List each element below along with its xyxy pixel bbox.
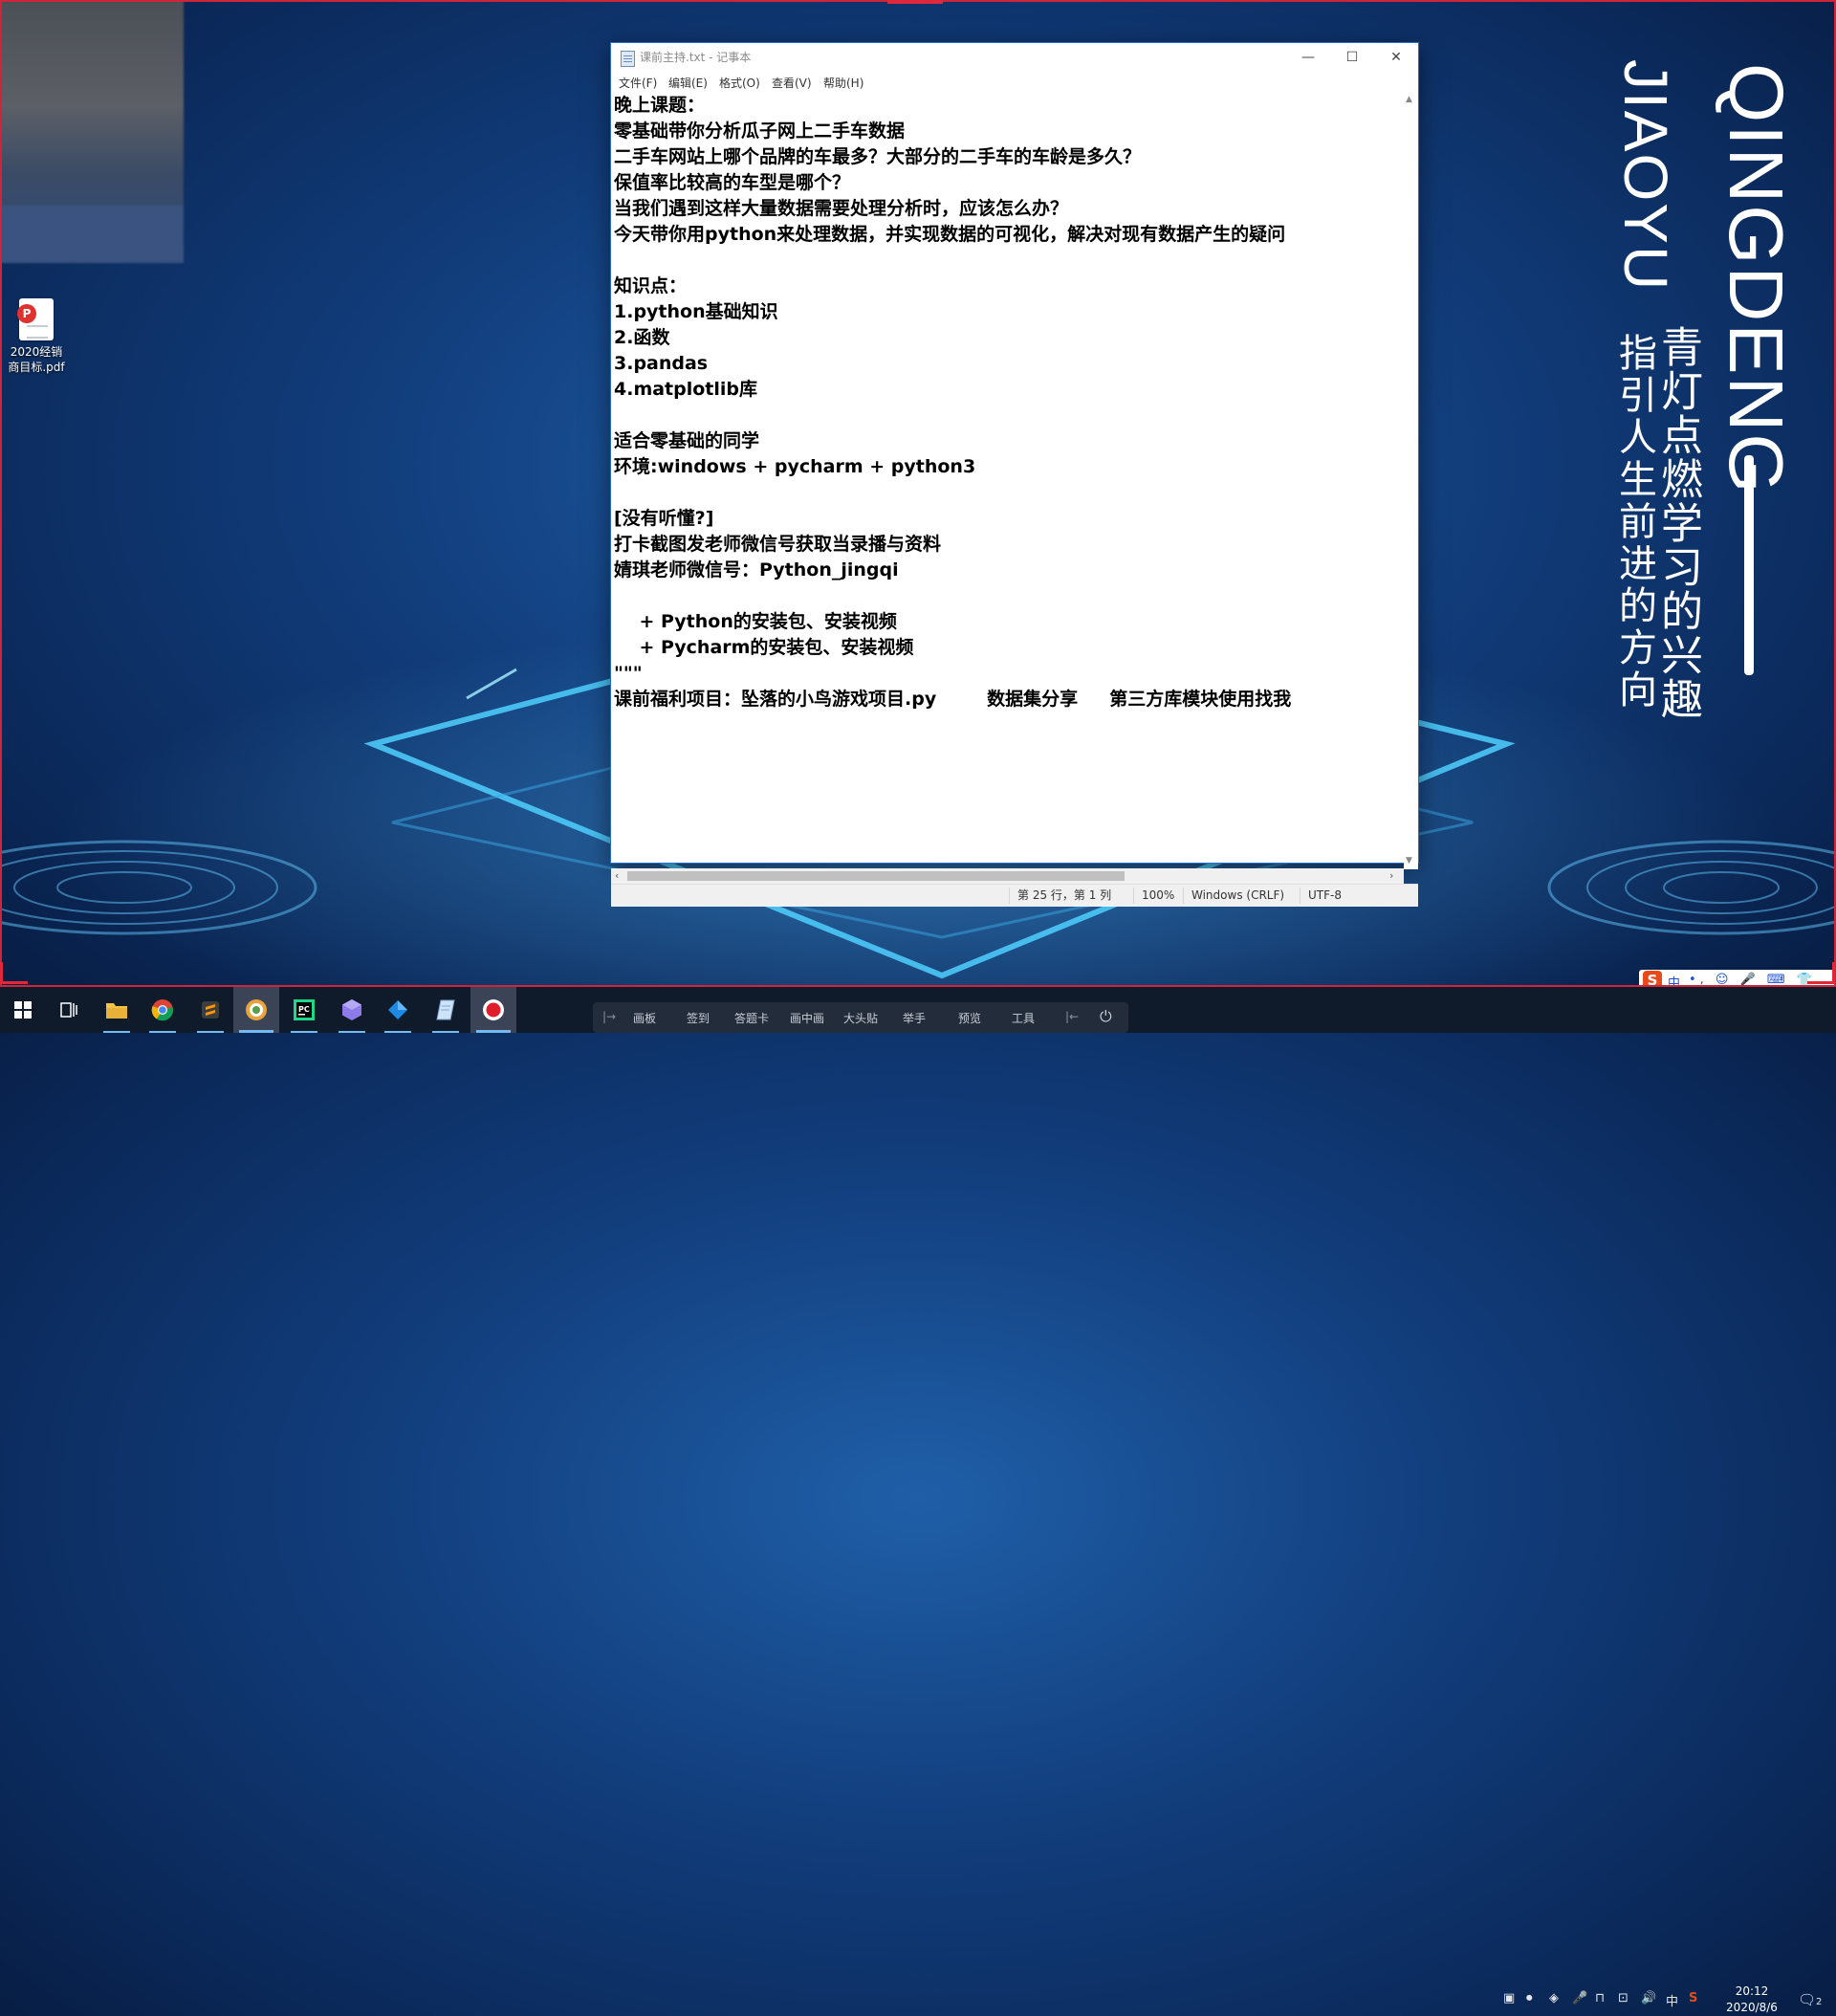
pycharm-icon: PC (294, 999, 315, 1020)
notification-count: 2 (1816, 1997, 1823, 2007)
recorder-toolbar: |→ 画板 签到 答题卡 画中画 大头贴 举手 预览 工具 |← ⏻ (593, 1002, 1128, 1033)
pdf-file-icon: P (17, 298, 54, 340)
folder-icon (106, 1003, 127, 1019)
clock-time: 20:12 (1735, 1984, 1769, 1998)
recorder-power-icon[interactable]: ⏻ (1100, 1007, 1112, 1026)
desktop: P 2020经销商目标.pdf QINGDENG JIAOYU 青灯点燃学习的兴… (0, 0, 1836, 987)
taskbar-notepad[interactable] (423, 987, 469, 1033)
task-view-button[interactable] (46, 987, 92, 1033)
recorder-app-icon (246, 999, 267, 1020)
close-button[interactable]: ✕ (1374, 43, 1418, 72)
recording-corner-right (1807, 962, 1835, 984)
recorder-answer-card[interactable]: 答题卡 (734, 1010, 769, 1026)
scroll-down-icon[interactable]: ▼ (1406, 856, 1412, 866)
windows-icon (14, 1001, 32, 1019)
slogan-english-2: JIAOYU (1611, 59, 1680, 293)
chrome-icon (151, 999, 174, 1021)
recorder-avatar-sticker[interactable]: 大头贴 (843, 1010, 878, 1026)
recorder-preview[interactable]: 预览 (958, 1010, 981, 1026)
window-title: 课前主持.txt - 记事本 (640, 51, 752, 64)
taskbar-file-explorer[interactable] (94, 987, 140, 1033)
slogan-divider (1744, 455, 1754, 675)
taskbar-pycharm[interactable]: PC (281, 987, 327, 1033)
tray-sogou-icon[interactable]: S (1689, 1991, 1697, 2005)
tray-app-icon[interactable]: ▣ (1503, 1991, 1515, 2005)
ime-toolbar[interactable]: S 中 •, ☺ 🎤 ⌨ 👕 (1639, 970, 1834, 987)
tray-pin-icon[interactable]: ⊓ (1595, 1991, 1605, 2005)
taskbar-chrome[interactable] (140, 987, 186, 1033)
recorder-collapse-icon[interactable]: |→ (602, 1010, 616, 1023)
taskbar-clock[interactable]: 20:12 2020/8/6 (1721, 1983, 1782, 2016)
status-zoom: 100% (1133, 887, 1174, 904)
scroll-left-icon[interactable]: ‹ (615, 868, 619, 884)
minimize-button[interactable]: — (1286, 43, 1330, 72)
tray-input-language[interactable]: 中 (1666, 1991, 1678, 2009)
maximize-button[interactable]: ☐ (1330, 43, 1374, 72)
vertical-scrollbar[interactable]: ▲ ▼ (1404, 93, 1418, 869)
recorder-raise-hand[interactable]: 举手 (903, 1010, 926, 1026)
menu-format[interactable]: 格式(O) (719, 75, 760, 91)
status-bar: 第 25 行，第 1 列 100% Windows (CRLF) UTF-8 (611, 884, 1418, 907)
recorder-picture-in-picture[interactable]: 画中画 (790, 1010, 824, 1026)
menu-edit[interactable]: 编辑(E) (668, 75, 708, 91)
editor-content[interactable]: 晚上课题： 零基础带你分析瓜子网上二手车数据 二手车网站上哪个品牌的车最多？大部… (611, 93, 1404, 712)
notepad-icon (621, 51, 635, 67)
text-editor[interactable]: 晚上课题： 零基础带你分析瓜子网上二手车数据 二手车网站上哪个品牌的车最多？大部… (611, 93, 1404, 868)
tray-shield-icon[interactable]: ◈ (1549, 1991, 1559, 2005)
tray-record-icon[interactable]: ⏺ (1526, 1991, 1533, 2005)
scrollbar-thumb[interactable] (627, 871, 1125, 881)
sublime-icon (202, 1001, 219, 1019)
taskbar-app-cube[interactable] (329, 987, 375, 1033)
status-cursor-position: 第 25 行，第 1 列 (1009, 887, 1111, 904)
notepad-window: 课前主持.txt - 记事本 — ☐ ✕ 文件(F) 编辑(E) 格式(O) 查… (611, 43, 1418, 907)
ime-tools[interactable]: •, ☺ 🎤 ⌨ 👕 (1689, 973, 1816, 987)
scroll-right-icon[interactable]: › (1389, 868, 1393, 884)
record-icon (483, 999, 504, 1020)
ime-mode[interactable]: 中 (1668, 973, 1680, 987)
menu-bar: 文件(F) 编辑(E) 格式(O) 查看(V) 帮助(H) (611, 72, 1418, 93)
scroll-up-icon[interactable]: ▲ (1406, 95, 1412, 104)
notepad-taskbar-icon (436, 999, 455, 1020)
status-encoding: UTF-8 (1300, 887, 1342, 904)
svg-text:PC: PC (298, 1005, 310, 1014)
recorder-tools[interactable]: 工具 (1012, 1010, 1035, 1026)
recorder-expand-icon[interactable]: |← (1065, 1010, 1079, 1023)
taskbar-record-button[interactable] (470, 987, 516, 1033)
tray-microphone-icon[interactable]: 🎤 (1572, 1991, 1587, 2005)
notification-center-icon[interactable]: 🗨2 (1798, 1991, 1822, 2008)
blurred-region (0, 0, 184, 263)
start-button[interactable] (0, 987, 46, 1033)
desktop-icon-label: 2020经销商目标.pdf (8, 345, 65, 374)
desktop-icon-pdf[interactable]: P 2020经销商目标.pdf (6, 298, 67, 375)
recorder-checkin[interactable]: 签到 (687, 1010, 710, 1026)
tray-network-icon[interactable]: ⊡ (1618, 1991, 1628, 2005)
sogou-ime-icon[interactable]: S (1643, 971, 1662, 987)
clock-date: 2020/8/6 (1726, 2001, 1778, 2014)
diamond-app-icon (388, 1000, 407, 1019)
taskbar-sublime[interactable] (187, 987, 233, 1033)
task-view-icon (60, 1002, 77, 1018)
tray-volume-icon[interactable]: 🔊 (1641, 1991, 1656, 2005)
title-bar[interactable]: 课前主持.txt - 记事本 — ☐ ✕ (611, 43, 1418, 72)
recorder-whiteboard[interactable]: 画板 (633, 1010, 656, 1026)
recording-corner-left (0, 962, 28, 984)
taskbar-screen-recorder[interactable] (233, 987, 279, 1033)
horizontal-scrollbar[interactable]: ‹ › (611, 868, 1404, 884)
cube-app-icon (342, 999, 361, 1020)
slogan-english-1: QINGDENG (1714, 63, 1799, 495)
recording-indicator (887, 0, 943, 4)
menu-view[interactable]: 查看(V) (772, 75, 812, 91)
menu-file[interactable]: 文件(F) (619, 75, 657, 91)
taskbar-app-diamond[interactable] (375, 987, 421, 1033)
status-line-ending: Windows (CRLF) (1183, 887, 1284, 904)
menu-help[interactable]: 帮助(H) (823, 75, 863, 91)
slogan-chinese-2: 指引人生前进的方向 (1612, 333, 1656, 712)
